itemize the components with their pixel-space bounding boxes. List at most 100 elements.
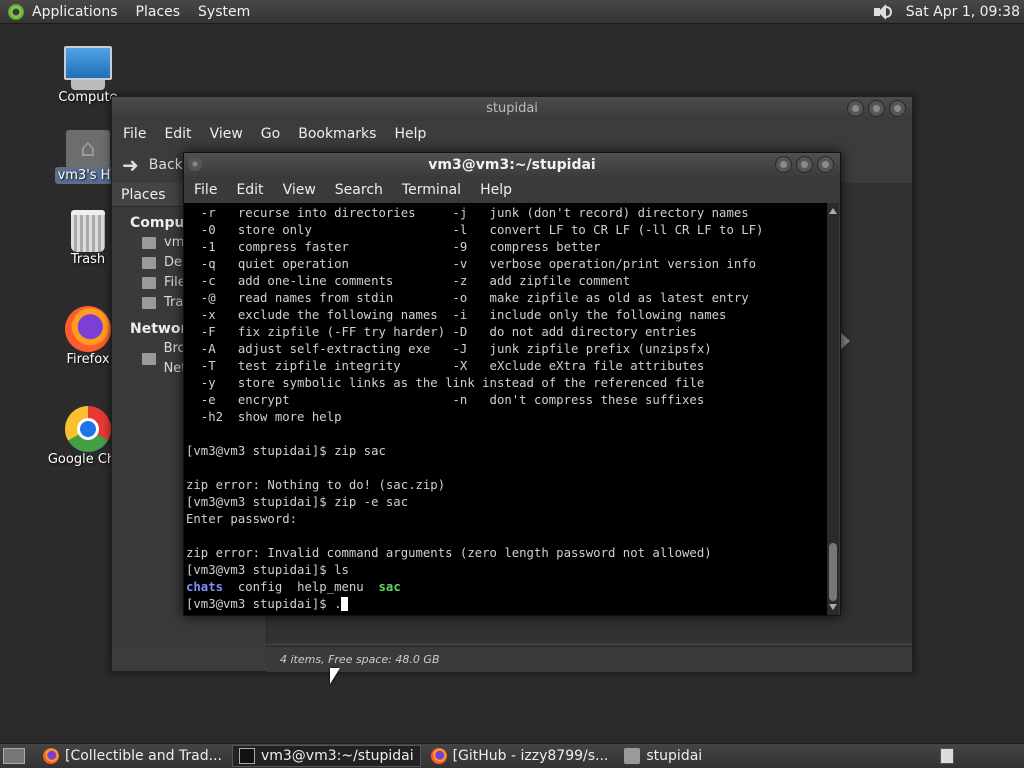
applications-menu[interactable]: Applications	[32, 4, 118, 20]
ls-file-entry: help_menu	[297, 580, 364, 594]
back-arrow-icon[interactable]: ➜	[122, 153, 139, 177]
text-cursor	[341, 597, 349, 611]
menu-search[interactable]: Search	[335, 182, 383, 198]
distro-logo-icon[interactable]	[8, 3, 24, 20]
terminal-line: [vm3@vm3 stupidai]$ zip -e sac	[186, 495, 409, 509]
chrome-icon	[65, 406, 111, 452]
menu-help[interactable]: Help	[480, 182, 512, 198]
terminal-line: -e encrypt -n don't compress these suffi…	[186, 393, 705, 407]
ls-dir-entry: chats	[186, 580, 224, 594]
menu-help[interactable]: Help	[394, 126, 426, 142]
panel-tray: Sat Apr 1, 09:38	[872, 3, 1024, 21]
firefox-icon	[43, 748, 59, 764]
terminal-line: -1 compress faster -9 compress better	[186, 240, 601, 254]
taskbar-item-label: [Collectible and Trad...	[65, 748, 222, 764]
ls-exe-entry: sac	[378, 580, 401, 594]
terminal-line: -T test zipfile integrity -X eXclude eXt…	[186, 359, 705, 373]
computer-stand	[71, 80, 105, 90]
menu-view[interactable]: View	[210, 126, 243, 142]
terminal-line: -0 store only -l convert LF to CR LF (-l…	[186, 223, 764, 237]
terminal-window: vm3@vm3:~/stupidai File Edit View Search…	[183, 152, 841, 616]
taskbar-item-file-manager[interactable]: stupidai	[618, 745, 708, 767]
menu-edit[interactable]: Edit	[236, 182, 263, 198]
menu-file[interactable]: File	[194, 182, 217, 198]
prompt-line[interactable]: [vm3@vm3 stupidai]$ .	[186, 596, 829, 613]
home-icon	[142, 237, 156, 249]
taskbar-item-firefox-1[interactable]: [Collectible and Trad...	[37, 745, 228, 767]
taskbar-item-label: vm3@vm3:~/stupidai	[260, 748, 414, 764]
taskbar-item-firefox-2[interactable]: [GitHub - izzy8799/s...	[425, 745, 615, 767]
status-bar: 4 items, Free space: 48.0 GB	[266, 646, 912, 672]
terminal-icon	[238, 748, 255, 764]
terminal-scrollbar[interactable]	[827, 203, 839, 615]
ls-output-line: chats config help_menu sac	[186, 579, 829, 596]
chevron-right-icon[interactable]	[841, 333, 850, 349]
minimize-button[interactable]	[775, 156, 792, 173]
firefox-icon	[430, 748, 447, 764]
mouse-pointer-icon	[330, 668, 340, 684]
file-manager-titlebar[interactable]: stupidai	[112, 97, 912, 121]
folder-icon	[624, 748, 641, 764]
terminal-title: vm3@vm3:~/stupidai	[428, 157, 596, 173]
terminal-line: -c add one-line comments -z add zipfile …	[186, 274, 631, 288]
menu-view[interactable]: View	[283, 182, 316, 198]
scrollbar-thumb[interactable]	[829, 543, 837, 601]
menu-edit[interactable]: Edit	[164, 126, 191, 142]
window-menu-icon[interactable]	[188, 157, 202, 171]
top-panel: Applications Places System Sat Apr 1, 09…	[0, 0, 1024, 24]
terminal-line: -r recurse into directories -j junk (don…	[186, 206, 749, 220]
desktop-icon	[142, 257, 156, 269]
taskbar-item-terminal[interactable]: vm3@vm3:~/stupidai	[231, 745, 421, 767]
menu-file[interactable]: File	[123, 126, 146, 142]
close-button[interactable]	[889, 100, 906, 117]
terminal-titlebar[interactable]: vm3@vm3:~/stupidai	[184, 153, 840, 177]
minimize-button[interactable]	[847, 100, 864, 117]
terminal-output[interactable]: -r recurse into directories -j junk (don…	[184, 203, 829, 615]
close-button[interactable]	[817, 156, 834, 173]
drive-icon	[142, 277, 156, 289]
file-manager-title: stupidai	[486, 101, 538, 116]
scroll-up-arrow-icon[interactable]	[829, 208, 837, 214]
show-desktop-icon[interactable]	[3, 748, 25, 764]
prompt-text: [vm3@vm3 stupidai]$ .	[186, 597, 342, 611]
terminal-menubar: File Edit View Search Terminal Help	[184, 177, 840, 203]
terminal-line: [vm3@vm3 stupidai]$ zip sac	[186, 444, 386, 458]
firefox-icon	[65, 306, 111, 352]
clock[interactable]: Sat Apr 1, 09:38	[906, 4, 1020, 20]
ls-file-entry: config	[237, 580, 283, 594]
trash-icon	[142, 297, 156, 309]
scroll-down-arrow-icon[interactable]	[829, 604, 837, 610]
trash-icon	[71, 210, 105, 252]
maximize-button[interactable]	[796, 156, 813, 173]
taskbar-item-label: stupidai	[646, 748, 703, 764]
maximize-button[interactable]	[868, 100, 885, 117]
back-button[interactable]: Back	[149, 157, 183, 173]
system-menu[interactable]: System	[198, 4, 250, 20]
terminal-line: -q quiet operation -v verbose operation/…	[186, 257, 757, 271]
bottom-panel: [Collectible and Trad... vm3@vm3:~/stupi…	[0, 743, 1024, 768]
home-folder-icon	[66, 130, 110, 168]
network-icon	[142, 353, 156, 365]
computer-icon	[64, 46, 112, 80]
terminal-line: Enter password:	[186, 512, 298, 526]
menu-terminal[interactable]: Terminal	[402, 182, 461, 198]
terminal-line: -A adjust self-extracting exe -J junk zi…	[186, 342, 712, 356]
file-manager-menubar: File Edit View Go Bookmarks Help	[112, 121, 912, 147]
terminal-line: -@ read names from stdin -o make zipfile…	[186, 291, 749, 305]
volume-icon[interactable]	[872, 3, 894, 21]
terminal-line: -h2 show more help	[186, 410, 342, 424]
workspace-switcher-icon[interactable]	[940, 748, 954, 764]
terminal-line: zip error: Invalid command arguments (ze…	[186, 546, 712, 560]
menu-go[interactable]: Go	[261, 126, 280, 142]
terminal-line: -F fix zipfile (-FF try harder) -D do no…	[186, 325, 697, 339]
terminal-line: -y store symbolic links as the link inst…	[186, 376, 705, 390]
terminal-line: zip error: Nothing to do! (sac.zip)	[186, 478, 446, 492]
places-menu[interactable]: Places	[136, 4, 181, 20]
menu-bookmarks[interactable]: Bookmarks	[298, 126, 376, 142]
terminal-line: [vm3@vm3 stupidai]$ ls	[186, 563, 349, 577]
taskbar-item-label: [GitHub - izzy8799/s...	[452, 748, 609, 764]
terminal-line: -x exclude the following names -i includ…	[186, 308, 727, 322]
